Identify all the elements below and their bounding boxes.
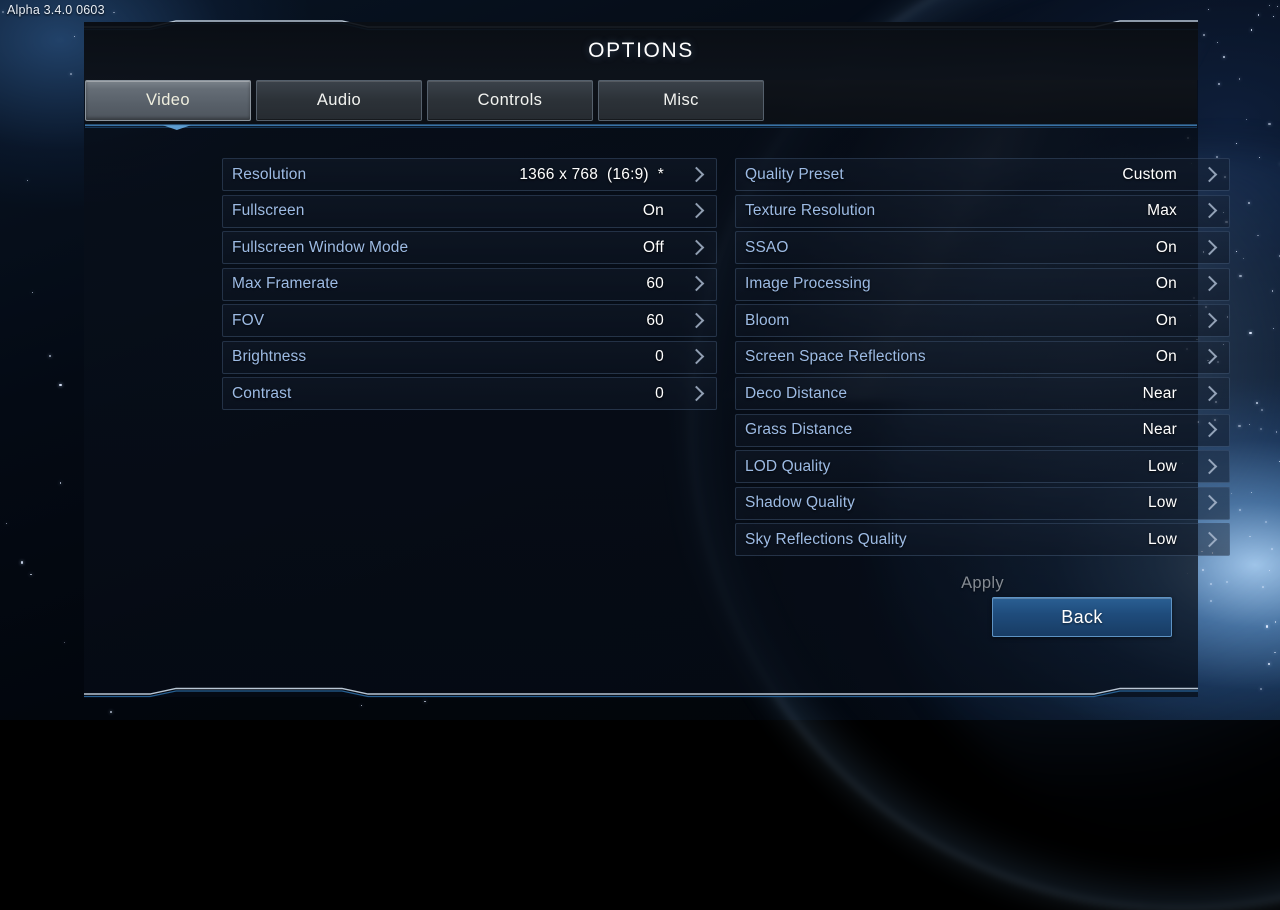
chevron-right-icon[interactable] xyxy=(1202,166,1218,182)
setting-row[interactable]: Texture Resolution Max xyxy=(735,195,1230,228)
setting-label: Resolution xyxy=(232,166,306,184)
chevron-right-icon[interactable] xyxy=(1202,422,1218,438)
chevron-right-icon[interactable] xyxy=(1202,495,1218,511)
setting-label: LOD Quality xyxy=(745,458,831,476)
setting-row[interactable]: Fullscreen On xyxy=(222,195,717,228)
tab-label: Video xyxy=(146,91,190,110)
setting-value: On xyxy=(1156,312,1177,330)
setting-value: On xyxy=(1156,239,1177,257)
setting-value: 0 xyxy=(655,385,664,403)
setting-value: On xyxy=(1156,275,1177,293)
setting-label: Texture Resolution xyxy=(745,202,875,220)
setting-label: Image Processing xyxy=(745,275,871,293)
setting-row[interactable]: Max Framerate 60 xyxy=(222,268,717,301)
setting-row[interactable]: Contrast 0 xyxy=(222,377,717,410)
setting-label: Fullscreen xyxy=(232,202,305,220)
chevron-right-icon[interactable] xyxy=(1202,276,1218,292)
chevron-right-icon[interactable] xyxy=(1202,458,1218,474)
tab-label: Misc xyxy=(663,91,699,110)
chevron-right-icon[interactable] xyxy=(689,385,705,401)
setting-label: Grass Distance xyxy=(745,421,852,439)
setting-value: 0 xyxy=(655,348,664,366)
setting-label: SSAO xyxy=(745,239,788,257)
setting-value: On xyxy=(643,202,664,220)
apply-button[interactable]: Apply xyxy=(939,569,1026,598)
page-title: OPTIONS xyxy=(588,39,694,63)
setting-label: Contrast xyxy=(232,385,291,403)
setting-row[interactable]: Brightness 0 xyxy=(222,341,717,374)
setting-row[interactable]: Image Processing On xyxy=(735,268,1230,301)
chevron-right-icon[interactable] xyxy=(689,312,705,328)
setting-row[interactable]: Quality Preset Custom xyxy=(735,158,1230,191)
tab-label: Audio xyxy=(317,91,361,110)
options-panel: OPTIONS Video Audio Controls Misc Resolutio… xyxy=(84,22,1198,697)
setting-value: 1366 x 768 (16:9) * xyxy=(519,166,664,184)
chevron-right-icon[interactable] xyxy=(689,239,705,255)
setting-value: 60 xyxy=(646,312,664,330)
tab-audio[interactable]: Audio xyxy=(256,80,422,121)
setting-row[interactable]: Fullscreen Window Mode Off xyxy=(222,231,717,264)
setting-label: Bloom xyxy=(745,312,789,330)
version-label: Alpha 3.4.0 0603 xyxy=(7,3,105,17)
chevron-right-icon[interactable] xyxy=(689,166,705,182)
setting-label: Fullscreen Window Mode xyxy=(232,239,408,257)
setting-value: Low xyxy=(1148,494,1177,512)
setting-row[interactable]: Grass Distance Near xyxy=(735,414,1230,447)
setting-value: Low xyxy=(1148,458,1177,476)
settings-column-left: Resolution 1366 x 768 (16:9) * Fullscreen O… xyxy=(222,158,717,414)
setting-label: FOV xyxy=(232,312,264,330)
chevron-right-icon[interactable] xyxy=(1202,531,1218,547)
setting-label: Deco Distance xyxy=(745,385,847,403)
setting-row[interactable]: Shadow Quality Low xyxy=(735,487,1230,520)
setting-row[interactable]: FOV 60 xyxy=(222,304,717,337)
chevron-right-icon[interactable] xyxy=(1202,239,1218,255)
chevron-right-icon[interactable] xyxy=(1202,385,1218,401)
setting-label: Max Framerate xyxy=(232,275,338,293)
setting-row[interactable]: LOD Quality Low xyxy=(735,450,1230,483)
setting-label: Brightness xyxy=(232,348,306,366)
setting-value: Max xyxy=(1147,202,1177,220)
setting-row[interactable]: Resolution 1366 x 768 (16:9) * xyxy=(222,158,717,191)
panel-title-bar: OPTIONS xyxy=(84,22,1198,80)
setting-value: Near xyxy=(1143,385,1177,403)
setting-row[interactable]: Bloom On xyxy=(735,304,1230,337)
setting-row[interactable]: Screen Space Reflections On xyxy=(735,341,1230,374)
setting-value: Custom xyxy=(1122,166,1177,184)
setting-value: On xyxy=(1156,348,1177,366)
chevron-right-icon[interactable] xyxy=(1202,312,1218,328)
chevron-right-icon[interactable] xyxy=(1202,203,1218,219)
chevron-right-icon[interactable] xyxy=(689,203,705,219)
setting-row[interactable]: SSAO On xyxy=(735,231,1230,264)
setting-value: Off xyxy=(643,239,664,257)
setting-label: Quality Preset xyxy=(745,166,844,184)
setting-label: Screen Space Reflections xyxy=(745,348,926,366)
setting-value: Near xyxy=(1143,421,1177,439)
chevron-right-icon[interactable] xyxy=(689,276,705,292)
tab-underline xyxy=(85,124,1197,130)
setting-label: Shadow Quality xyxy=(745,494,855,512)
chevron-right-icon[interactable] xyxy=(1202,349,1218,365)
tab-bar: Video Audio Controls Misc xyxy=(85,80,1197,126)
tab-controls[interactable]: Controls xyxy=(427,80,593,121)
back-button[interactable]: Back xyxy=(992,597,1172,637)
setting-row[interactable]: Deco Distance Near xyxy=(735,377,1230,410)
tab-label: Controls xyxy=(478,91,543,110)
setting-row[interactable]: Sky Reflections Quality Low xyxy=(735,523,1230,556)
apply-button-wrapper: Apply xyxy=(735,569,1230,598)
setting-label: Sky Reflections Quality xyxy=(745,531,907,549)
setting-value: Low xyxy=(1148,531,1177,549)
tab-misc[interactable]: Misc xyxy=(598,80,764,121)
settings-column-right: Quality Preset Custom Texture Resolution Ma… xyxy=(735,158,1230,560)
settings-content: Resolution 1366 x 768 (16:9) * Fullscreen O… xyxy=(84,132,1198,681)
chevron-right-icon[interactable] xyxy=(689,349,705,365)
tab-video[interactable]: Video xyxy=(85,80,251,121)
setting-value: 60 xyxy=(646,275,664,293)
